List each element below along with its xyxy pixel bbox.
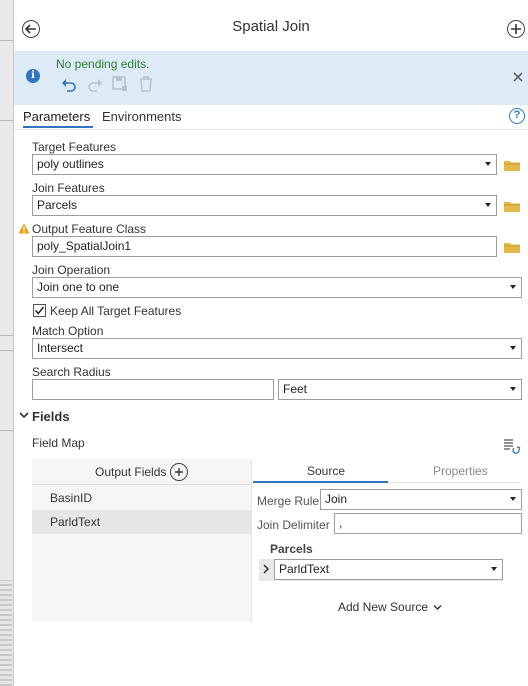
search-radius-unit-value: Feet <box>283 382 308 396</box>
join-delimiter-value: , <box>339 516 343 530</box>
folder-icon[interactable] <box>504 159 520 171</box>
join-features-label: Join Features <box>32 181 105 195</box>
tab-source[interactable]: Source <box>307 464 345 478</box>
search-radius-label: Search Radius <box>32 365 111 379</box>
map-view-strip <box>0 0 14 686</box>
tool-title: Spatial Join <box>232 18 310 35</box>
close-icon[interactable] <box>513 72 523 82</box>
source-field-dropdown[interactable]: ParldText <box>274 559 503 580</box>
help-icon[interactable]: ? <box>509 108 525 124</box>
warning-icon <box>18 223 30 234</box>
source-properties-pane <box>253 459 521 622</box>
chevron-down-icon <box>433 605 442 610</box>
folder-icon[interactable] <box>504 241 520 253</box>
add-circle-icon[interactable] <box>507 20 525 38</box>
merge-rule-dropdown[interactable]: Join <box>320 489 522 510</box>
add-circle-icon[interactable] <box>170 463 188 481</box>
search-radius-unit-dropdown[interactable]: Feet <box>278 379 522 400</box>
output-feature-class-input[interactable]: poly_SpatialJoin1 <box>32 236 497 257</box>
chevron-down-icon <box>510 346 516 350</box>
match-option-dropdown[interactable]: Intersect <box>32 338 522 359</box>
add-new-source-label: Add New Source <box>338 600 429 614</box>
pane-header-sliver <box>16 0 528 6</box>
active-tab-indicator <box>23 126 93 128</box>
output-field-item[interactable]: BasinID <box>50 491 92 505</box>
join-delimiter-input[interactable]: , <box>334 513 522 534</box>
output-feature-class-label: Output Feature Class <box>32 222 147 236</box>
active-tab-indicator <box>253 481 388 483</box>
join-operation-dropdown[interactable]: Join one to one <box>32 277 522 298</box>
join-operation-value: Join one to one <box>37 280 120 294</box>
match-option-label: Match Option <box>32 324 104 338</box>
tab-parameters[interactable]: Parameters <box>23 109 90 124</box>
join-operation-label: Join Operation <box>32 263 111 277</box>
folder-icon[interactable] <box>504 200 520 212</box>
source-group-label: Parcels <box>270 542 313 556</box>
output-fields-divider <box>32 484 252 485</box>
chevron-down-icon <box>491 567 497 571</box>
output-fields-header: Output Fields <box>95 465 167 479</box>
field-map-options-icon[interactable] <box>503 438 521 454</box>
save-edits-icon[interactable] <box>112 76 128 92</box>
merge-rule-value: Join <box>325 492 348 506</box>
target-features-value: poly outlines <box>37 157 104 171</box>
source-field-value: ParldText <box>279 562 330 576</box>
fields-section-header[interactable]: Fields <box>32 409 70 424</box>
join-features-dropdown[interactable]: Parcels <box>32 195 497 216</box>
tab-properties[interactable]: Properties <box>433 464 488 478</box>
keep-all-target-features-label[interactable]: Keep All Target Features <box>50 304 181 318</box>
merge-rule-label: Merge Rule <box>257 494 320 508</box>
search-radius-input[interactable] <box>32 379 274 400</box>
target-features-dropdown[interactable]: poly outlines <box>32 154 497 175</box>
join-delimiter-label: Join Delimiter <box>257 518 330 532</box>
chevron-down-icon <box>510 285 516 289</box>
discard-edits-icon[interactable] <box>139 76 153 92</box>
tabs-divider <box>14 129 528 130</box>
tab-environments[interactable]: Environments <box>102 109 181 124</box>
join-features-value: Parcels <box>37 198 78 212</box>
chevron-down-icon <box>485 203 491 207</box>
tabs-divider <box>388 482 521 483</box>
keep-all-target-features-checkbox[interactable] <box>33 304 46 317</box>
chevron-down-icon <box>485 162 491 166</box>
chevron-down-icon <box>510 497 516 501</box>
match-option-value: Intersect <box>37 341 84 355</box>
checkmark-icon <box>34 306 45 315</box>
add-new-source-link[interactable]: Add New Source <box>338 600 442 614</box>
output-field-item[interactable]: ParldText <box>50 515 100 529</box>
edit-status-message: No pending edits. <box>56 57 150 71</box>
field-map-label: Field Map <box>32 436 85 450</box>
target-features-label: Target Features <box>32 140 117 154</box>
chevron-down-icon[interactable] <box>19 411 29 419</box>
redo-icon[interactable] <box>87 78 103 92</box>
chevron-down-icon <box>510 387 516 391</box>
output-feature-class-value: poly_SpatialJoin1 <box>37 239 132 253</box>
undo-icon[interactable] <box>61 78 77 92</box>
chevron-right-icon[interactable] <box>262 564 270 574</box>
info-icon: i <box>26 69 40 83</box>
